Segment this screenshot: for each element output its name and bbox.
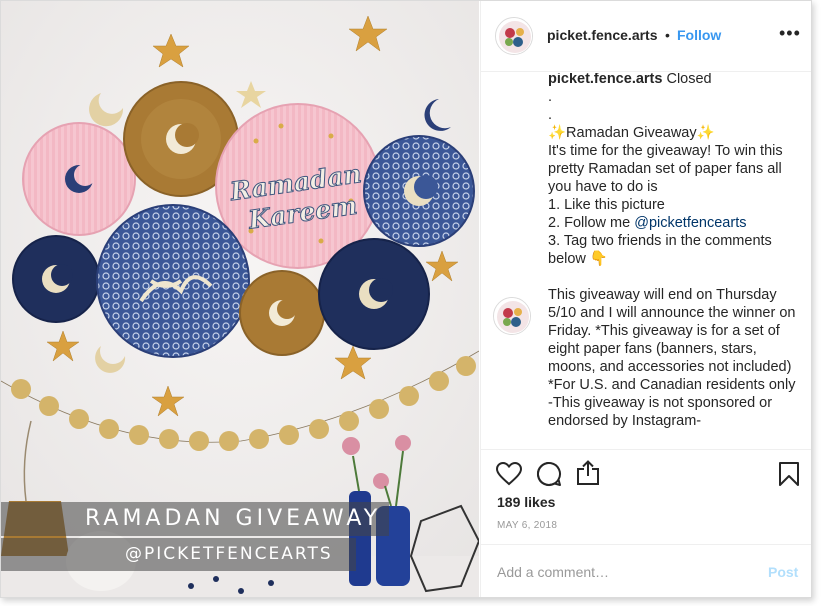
comment-icon[interactable]: [536, 461, 562, 487]
caption-line: pretty Ramadan set of paper fans all: [548, 161, 782, 177]
caption-username[interactable]: picket.fence.arts: [548, 73, 662, 87]
comment-line: This giveaway will end on Thursday: [548, 287, 777, 303]
caption-line: you have to do is: [548, 179, 658, 195]
post-header: picket.fence.arts • Follow •••: [481, 1, 811, 72]
caption-comment: picket.fence.arts Closed . . ✨Ramadan Gi…: [548, 73, 810, 430]
caption-text-start: Closed: [662, 73, 712, 87]
heart-icon[interactable]: [496, 462, 522, 486]
avatar-image: [494, 298, 530, 334]
mention-link[interactable]: @picketfencearts: [634, 215, 746, 231]
post-button[interactable]: Post: [768, 564, 798, 580]
avatar-image: [496, 18, 532, 54]
photo-overlay-handle: @PICKETFENCEARTS: [1, 538, 356, 571]
comment-line: 5/10 and I will announce the winner on: [548, 305, 796, 321]
more-options-icon[interactable]: •••: [779, 23, 801, 44]
avatar[interactable]: [495, 17, 533, 55]
comments-area: picket.fence.arts Closed . . ✨Ramadan Gi…: [481, 73, 811, 449]
comment-input[interactable]: [497, 561, 747, 583]
photo-overlay-title: RAMADAN GIVEAWAY: [1, 502, 389, 536]
comment-line: Friday. *This giveaway is for a set of: [548, 323, 780, 339]
bookmark-icon[interactable]: [778, 461, 800, 487]
caption-line: below 👇: [548, 251, 608, 267]
post-date[interactable]: MAY 6, 2018: [497, 520, 557, 531]
caption-line: 1. Like this picture: [548, 197, 665, 213]
post-details-panel: picket.fence.arts • Follow ••• picket.fe…: [480, 1, 811, 597]
caption-line: ✨Ramadan Giveaway✨: [548, 125, 715, 141]
caption-line: .: [548, 107, 553, 123]
share-icon[interactable]: [576, 460, 600, 486]
comment-line: *For U.S. and Canadian residents only: [548, 377, 796, 393]
comment-line: eight paper fans (banners, stars,: [548, 341, 757, 357]
caption-first-line: picket.fence.arts Closed: [548, 73, 810, 88]
comment-bar: Post: [481, 544, 811, 597]
comment-avatar[interactable]: [493, 297, 531, 335]
caption-line: 3. Tag two friends in the comments: [548, 233, 772, 249]
follow-button[interactable]: Follow: [677, 27, 721, 43]
caption-line-mention: 2. Follow me @picketfencearts: [548, 214, 810, 232]
comment-line: endorsed by Instagram-: [548, 413, 702, 429]
username-link[interactable]: picket.fence.arts: [547, 27, 658, 43]
post-photo[interactable]: Ramadan Kareem RAMADAN GIVEAWAY @PICKETF…: [1, 1, 479, 597]
caption-line: It's time for the giveaway! To win this: [548, 143, 783, 159]
likes-count[interactable]: 189 likes: [497, 494, 555, 510]
separator-dot: •: [665, 27, 670, 43]
caption-line: .: [548, 89, 553, 105]
instagram-post: Ramadan Kareem RAMADAN GIVEAWAY @PICKETF…: [0, 0, 812, 598]
comment-line: moons, and accessories not included): [548, 359, 792, 375]
comment-line: -This giveaway is not sponsored or: [548, 395, 773, 411]
caption-line: 2. Follow me: [548, 215, 635, 231]
